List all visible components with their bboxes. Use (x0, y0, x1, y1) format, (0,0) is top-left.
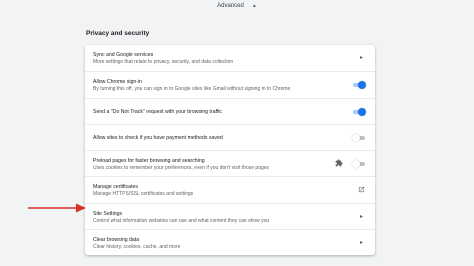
toggle-switch-on[interactable] (352, 81, 366, 90)
row-subtitle: More settings that relate to privacy, se… (93, 59, 234, 65)
privacy-settings-card: Sync and Google services More settings t… (85, 45, 375, 256)
chevron-right-icon[interactable]: ▸ (360, 239, 363, 246)
row-title: Send a "Do Not Track" request with your … (93, 108, 223, 115)
row-title: Sync and Google services (93, 52, 154, 58)
row-title: Site Settings (93, 210, 123, 217)
row-subtitle: Control what information websites can us… (93, 217, 270, 224)
toggle-knob (352, 133, 360, 142)
advanced-label: Advanced (217, 3, 244, 9)
row-title: Preload pages for faster browsing and se… (93, 158, 205, 165)
chevron-up-icon: ▲ (251, 3, 257, 9)
row-title: Manage certificates (93, 184, 138, 191)
row-preload-pages: Preload pages for faster browsing and se… (85, 150, 375, 176)
row-do-not-track: Send a "Do Not Track" request with your … (85, 97, 375, 124)
puzzle-piece-icon[interactable] (335, 159, 343, 167)
row-clear-browsing-data[interactable]: Clear browsing data Clear history, cooki… (85, 229, 375, 255)
toggle-knob (358, 107, 366, 116)
row-title: Clear browsing data (93, 237, 140, 244)
external-link-icon[interactable] (358, 186, 365, 193)
row-title: Allow sites to check if you have payment… (93, 134, 223, 141)
toggle-knob (352, 160, 360, 169)
advanced-section-toggle[interactable]: Advanced ▲ (0, 3, 474, 9)
row-allow-chrome-sign-in: Allow Chrome sign-in By turning this off… (85, 71, 375, 97)
row-subtitle: Clear history, cookies, cache, and more (93, 244, 181, 251)
row-manage-certificates[interactable]: Manage certificates Manage HTTPS/SSL cer… (85, 176, 375, 202)
row-title: Allow Chrome sign-in (93, 79, 143, 86)
toggle-switch-on[interactable] (352, 107, 366, 116)
chevron-right-icon[interactable]: ▸ (360, 54, 363, 61)
row-site-settings[interactable]: Site Settings Control what information w… (85, 202, 375, 229)
section-title-privacy: Privacy and security (86, 30, 150, 37)
toggle-knob (358, 81, 366, 90)
chevron-right-icon[interactable]: ▸ (360, 213, 363, 220)
row-sync-google-services[interactable]: Sync and Google services More settings t… (85, 45, 375, 71)
red-arrow-icon (28, 203, 86, 213)
row-subtitle: Manage HTTPS/SSL certificates and settin… (93, 191, 194, 198)
row-subtitle: Uses cookies to remember your preference… (93, 165, 270, 172)
toggle-switch-off[interactable] (352, 133, 366, 142)
row-subtitle: By turning this off, you can sign in to … (93, 86, 291, 93)
row-payment-methods: Allow sites to check if you have payment… (85, 123, 375, 150)
toggle-switch-off[interactable] (352, 160, 366, 169)
